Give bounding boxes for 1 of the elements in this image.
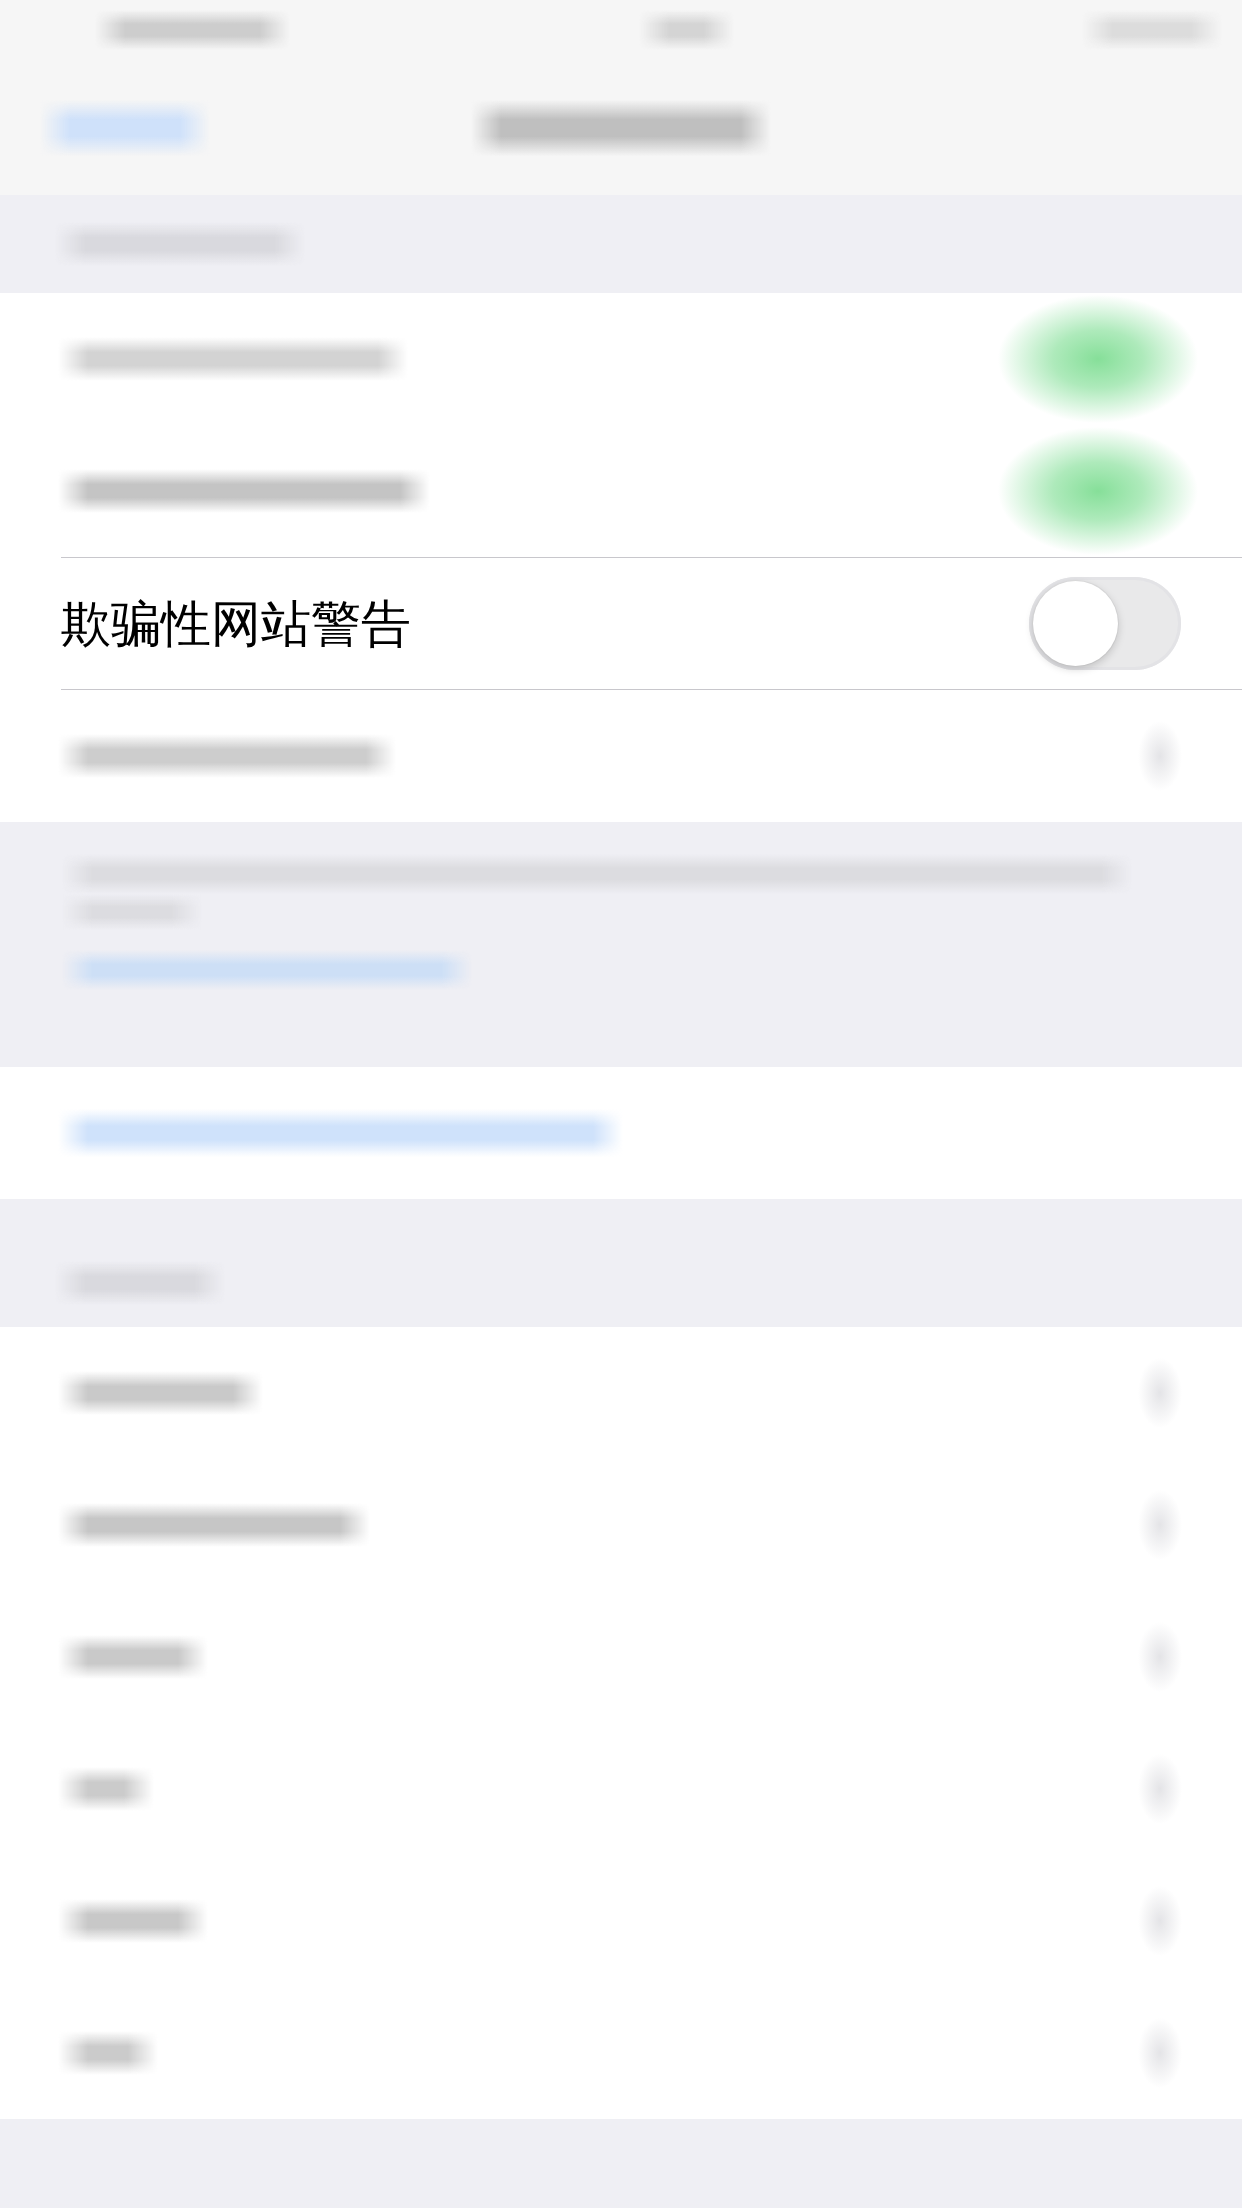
setting-label: 欺骗性网站警告 [61,593,411,654]
